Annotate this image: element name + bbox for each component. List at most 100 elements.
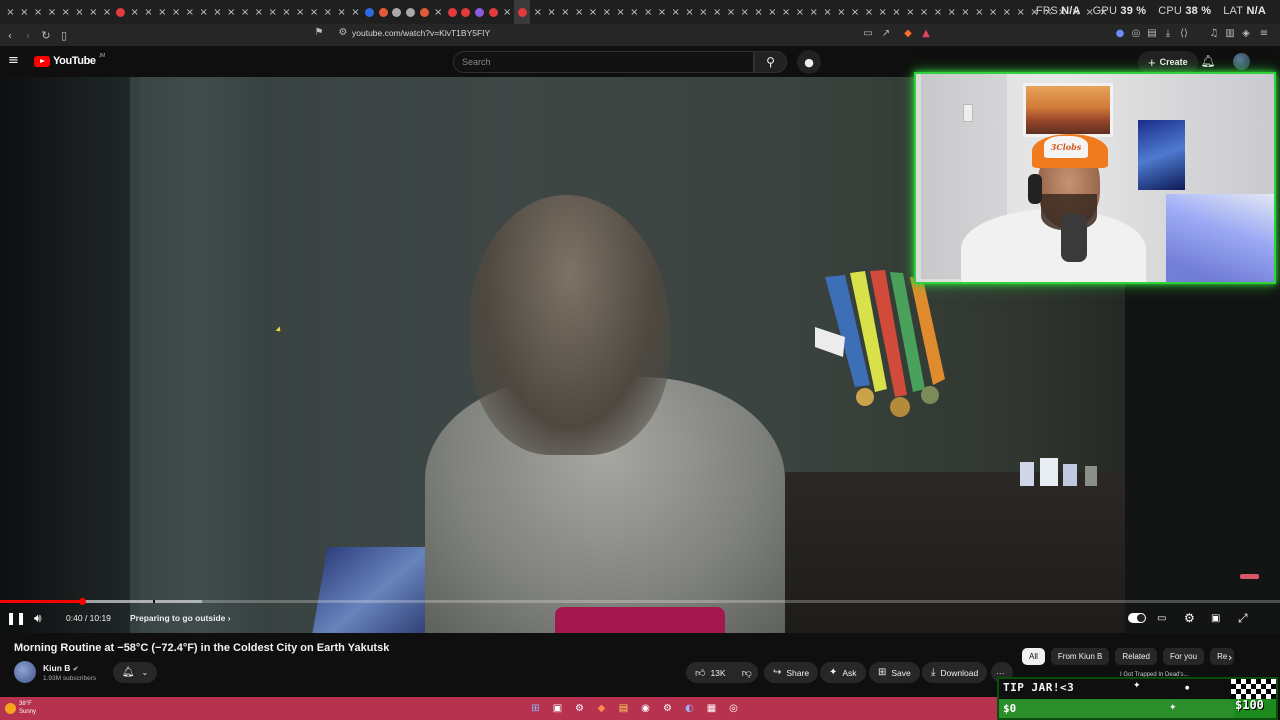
youtube-logo[interactable]: YouTube JM	[34, 53, 105, 67]
browser-tab[interactable]: ×	[545, 0, 558, 24]
account-avatar[interactable]	[1233, 53, 1250, 70]
menu-icon[interactable]: ≡	[1258, 28, 1270, 40]
chips-next-icon[interactable]: ›	[1228, 651, 1232, 664]
browser-tab[interactable]: ×	[904, 0, 917, 24]
download-button[interactable]: ⤓ Download	[922, 662, 988, 683]
browser-tab[interactable]: ×	[862, 0, 875, 24]
browser-tab[interactable]: ×	[849, 0, 862, 24]
chip-from-kiun-b[interactable]: From Kiun B	[1050, 648, 1110, 665]
devtools-icon[interactable]: ⟨⟩	[1178, 28, 1190, 40]
browser-tab[interactable]: ×	[642, 0, 655, 24]
browser-tab[interactable]: ×	[559, 0, 572, 24]
hamburger-menu-icon[interactable]: ≡	[8, 54, 22, 68]
browser-tab[interactable]: ×	[821, 0, 834, 24]
browser-tab[interactable]: ×	[738, 0, 751, 24]
weather-widget[interactable]: 38°F Sunny	[19, 700, 36, 716]
extension-icon[interactable]: ●	[1114, 28, 1126, 40]
browser-tab[interactable]	[114, 0, 127, 24]
like-count[interactable]: 13K	[710, 668, 725, 678]
browser-tab[interactable]: ×	[294, 0, 307, 24]
tabs-icon[interactable]: ▤	[1146, 28, 1158, 40]
volume-button[interactable]: 🔊︎	[34, 611, 42, 625]
browser-tab[interactable]: ×	[501, 0, 514, 24]
browser-tab[interactable]: ×	[1000, 0, 1013, 24]
channel-name[interactable]: Kiun B ✔	[43, 663, 79, 673]
browser-tab[interactable]	[418, 0, 431, 24]
browser-tab[interactable]: ×	[835, 0, 848, 24]
browser-tab[interactable]: ×	[614, 0, 627, 24]
browser-tab[interactable]: ×	[335, 0, 348, 24]
browser-tab[interactable]: ×	[586, 0, 599, 24]
browser-tab[interactable]: ×	[239, 0, 252, 24]
like-icon[interactable]: 👍︎	[695, 667, 705, 679]
settings-taskbar-icon[interactable]: ⚙	[661, 702, 674, 715]
chip-related[interactable]: Related	[1115, 648, 1157, 665]
browser-tab[interactable]	[404, 0, 417, 24]
autoplay-toggle[interactable]	[1128, 613, 1146, 623]
channel-avatar[interactable]	[14, 661, 36, 683]
screen-icon[interactable]: ▭	[862, 28, 874, 40]
browser-tab[interactable]: ×	[628, 0, 641, 24]
browser-tab[interactable]: ×	[432, 0, 445, 24]
browser-tab[interactable]: ×	[349, 0, 362, 24]
browser-tab[interactable]: ×	[4, 0, 17, 24]
browser-tab[interactable]: ×	[321, 0, 334, 24]
browser-tab[interactable]: ×	[600, 0, 613, 24]
file-explorer-icon[interactable]: ▤	[617, 702, 630, 715]
browser-tab[interactable]: ×	[308, 0, 321, 24]
browser-tab[interactable]: ×	[931, 0, 944, 24]
browser-tab[interactable]: ×	[142, 0, 155, 24]
settings-button[interactable]: ⚙	[1184, 611, 1195, 625]
theater-mode-button[interactable]: ▣	[1211, 611, 1220, 625]
download-icon[interactable]: ⤓	[1162, 28, 1174, 40]
browser-tab[interactable]: ×	[573, 0, 586, 24]
browser-tab[interactable]: ×	[945, 0, 958, 24]
back-icon[interactable]: ‹	[2, 27, 18, 43]
fullscreen-button[interactable]: ⤢	[1238, 611, 1248, 625]
chip-for-you[interactable]: For you	[1162, 648, 1205, 665]
extension-2-icon[interactable]: ◎	[1130, 28, 1142, 40]
browser-tab[interactable]: ×	[1014, 0, 1027, 24]
share-button[interactable]: ↪ Share	[764, 662, 819, 683]
browser-tab[interactable]: ×	[73, 0, 86, 24]
browser-tab[interactable]: ×	[973, 0, 986, 24]
browser-tab[interactable]: ×	[225, 0, 238, 24]
browser-tab[interactable]: ×	[683, 0, 696, 24]
url-field[interactable]: youtube.com/watch?v=KlvT1BY5FIY	[352, 28, 490, 38]
browser-tab[interactable]: ×	[101, 0, 114, 24]
browser-tab[interactable]	[473, 0, 486, 24]
browser-tab[interactable]: ×	[876, 0, 889, 24]
voice-search-button[interactable]: ●	[797, 50, 821, 74]
search-input[interactable]: Search	[453, 51, 754, 73]
browser-tab[interactable]: ×	[655, 0, 668, 24]
browser-tab[interactable]: ×	[252, 0, 265, 24]
browser-tab[interactable]: ×	[987, 0, 1000, 24]
browser-tab[interactable]: ×	[724, 0, 737, 24]
subtitles-button[interactable]: ▭	[1157, 611, 1166, 625]
task-view-icon[interactable]: ▣	[551, 702, 564, 715]
browser-tab[interactable]: ×	[59, 0, 72, 24]
bookmark-icon[interactable]: ⚑	[312, 27, 326, 41]
browser-tab[interactable]: ×	[766, 0, 779, 24]
browser-tab[interactable]: ×	[197, 0, 210, 24]
browser-tab[interactable]: ×	[128, 0, 141, 24]
brave-taskbar-icon[interactable]: ◆	[595, 702, 608, 715]
search-button[interactable]: ⚲	[754, 51, 787, 73]
brave-shield-icon[interactable]: ◆	[902, 28, 914, 40]
wallet-icon[interactable]: ◈	[1240, 28, 1252, 40]
browser-tab[interactable]	[390, 0, 403, 24]
browser-tab[interactable]: ×	[183, 0, 196, 24]
discord-icon[interactable]: ◐	[683, 702, 696, 715]
browser-tab[interactable]: ×	[959, 0, 972, 24]
share-page-icon[interactable]: ↗	[880, 28, 892, 40]
sun-icon[interactable]	[5, 703, 16, 714]
pause-button[interactable]: ❚❚	[6, 611, 26, 625]
rewards-icon[interactable]: ▲	[920, 28, 932, 40]
create-button[interactable]: + Create	[1138, 51, 1198, 73]
browser-tab[interactable]: ×	[793, 0, 806, 24]
browser-tab[interactable]: ×	[807, 0, 820, 24]
forward-icon[interactable]: ›	[20, 27, 36, 43]
browser-tab[interactable]: ×	[669, 0, 682, 24]
browser-tab[interactable]	[377, 0, 390, 24]
browser-tab[interactable]: ×	[531, 0, 544, 24]
